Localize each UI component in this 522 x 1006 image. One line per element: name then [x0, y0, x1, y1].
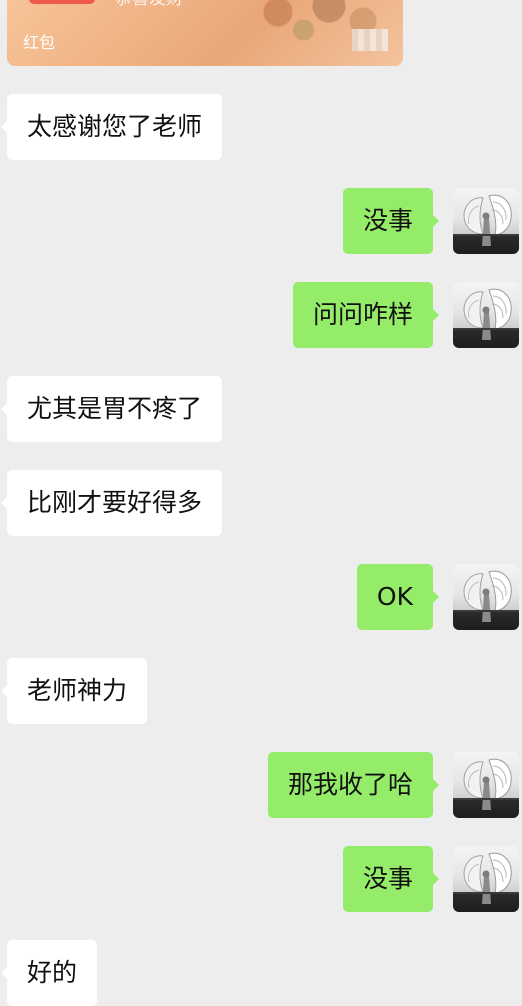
message-bubble-incoming[interactable]: 老师神力 [0, 658, 148, 724]
message-row-outgoing: 没事 [0, 188, 522, 254]
message-row-outgoing: 没事 [0, 846, 522, 912]
message-bubble-outgoing[interactable]: 没事 [342, 846, 440, 912]
red-packet-label: 红包 [23, 33, 56, 52]
angel-wing-statue-icon [453, 758, 519, 810]
red-packet-icon [29, 0, 95, 4]
avatar[interactable] [453, 564, 519, 630]
message-bubble-outgoing[interactable]: 没事 [342, 188, 440, 254]
message-row-incoming: 尤其是胃不疼了 [0, 376, 522, 442]
angel-wing-statue-icon [453, 288, 519, 340]
message-bubble-incoming[interactable]: 比刚才要好得多 [0, 470, 223, 536]
red-packet-blurred-text [352, 29, 388, 51]
angel-wing-statue-icon [453, 194, 519, 246]
message-bubble-outgoing[interactable]: 问问咋样 [292, 282, 440, 348]
red-packet-card[interactable]: 恭喜发财 红包 [7, 0, 403, 66]
message-row-incoming: 比刚才要好得多 [0, 470, 522, 536]
message-row-outgoing: 那我收了哈 [0, 752, 522, 818]
avatar[interactable] [453, 282, 519, 348]
avatar[interactable] [453, 752, 519, 818]
message-row-incoming: 老师神力 [0, 658, 522, 724]
message-bubble-outgoing[interactable]: 那我收了哈 [267, 752, 440, 818]
avatar[interactable] [453, 846, 519, 912]
message-row-incoming: 太感谢您了老师 [0, 94, 522, 160]
message-row-incoming: 好的 [0, 940, 522, 1006]
avatar[interactable] [453, 188, 519, 254]
message-bubble-incoming[interactable]: 好的 [0, 940, 98, 1006]
red-packet-greeting: 恭喜发财 [115, 0, 183, 9]
message-row-outgoing: OK [0, 564, 522, 630]
angel-wing-statue-icon [453, 570, 519, 622]
message-bubble-incoming[interactable]: 尤其是胃不疼了 [0, 376, 223, 442]
angel-wing-statue-icon [453, 852, 519, 904]
message-row-outgoing: 问问咋样 [0, 282, 522, 348]
message-bubble-incoming[interactable]: 太感谢您了老师 [0, 94, 223, 160]
message-bubble-outgoing[interactable]: OK [356, 564, 440, 630]
chat-message-list[interactable]: 恭喜发财 红包 太感谢您了老师 没事 问问咋样 尤其是胃不疼了 比刚才要好得多 … [0, 0, 522, 1006]
